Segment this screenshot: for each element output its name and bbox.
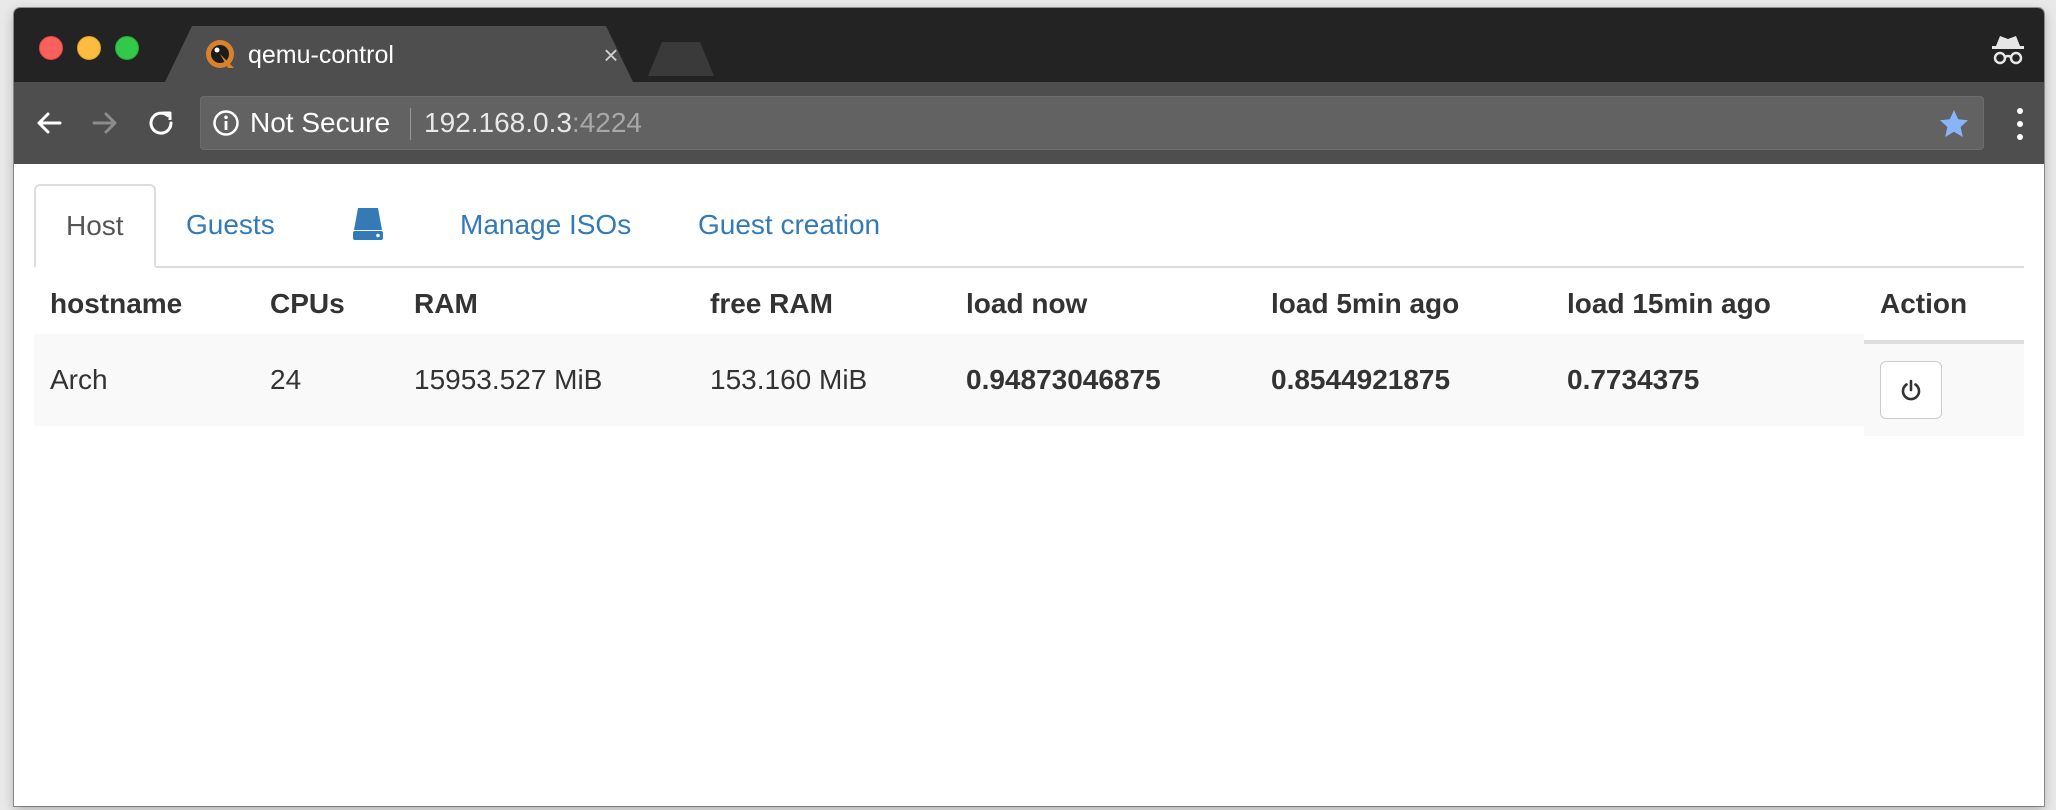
tab-close-icon[interactable]: ×: [598, 42, 624, 68]
url-text[interactable]: 192.168.0.3:4224: [424, 106, 642, 140]
cpus-cell: 24: [254, 332, 398, 426]
kebab-menu-icon[interactable]: [2014, 104, 2026, 144]
tab-guests[interactable]: Guests: [186, 184, 275, 266]
incognito-icon: [1988, 30, 2028, 70]
reload-button[interactable]: [142, 104, 180, 142]
security-label[interactable]: Not Secure: [250, 106, 390, 140]
column-header: CPUs: [254, 268, 398, 344]
table-header-row: hostname CPUs RAM free RAM load now load…: [34, 268, 2024, 344]
tab-title: qemu-control: [248, 41, 394, 69]
column-header: free RAM: [694, 268, 950, 344]
nav-tabs: Host Guests Manage ISOs Guest creation: [34, 184, 2024, 268]
column-header: load 15min ago: [1551, 268, 1864, 344]
tab-drives[interactable]: [352, 206, 384, 242]
arrow-left-icon: [37, 112, 62, 134]
column-header: hostname: [34, 268, 254, 344]
load-5min-cell: 0.8544921875: [1255, 332, 1551, 426]
tab-host[interactable]: Host: [34, 184, 156, 268]
power-icon: [1901, 379, 1921, 401]
url-host: 192.168.0.3: [424, 107, 572, 138]
browser-toolbar: Not Secure 192.168.0.3:4224: [14, 82, 2044, 164]
tab-manage-isos[interactable]: Manage ISOs: [460, 184, 631, 266]
arrow-right-icon: [92, 112, 117, 134]
host-table: hostname CPUs RAM free RAM load now load…: [34, 268, 2024, 436]
forward-button[interactable]: [86, 104, 124, 142]
tab-guest-creation[interactable]: Guest creation: [698, 184, 880, 266]
url-port: :4224: [571, 107, 642, 138]
load-15min-cell: 0.7734375: [1551, 332, 1864, 426]
power-button[interactable]: [1880, 361, 1942, 419]
ram-cell: 15953.527 MiB: [398, 332, 694, 426]
info-icon[interactable]: [212, 109, 240, 137]
reload-icon: [149, 111, 173, 135]
back-button[interactable]: [30, 104, 68, 142]
minimize-window-button[interactable]: [77, 36, 101, 60]
hostname-cell: Arch: [34, 332, 254, 426]
address-bar[interactable]: Not Secure 192.168.0.3:4224: [200, 96, 1984, 150]
action-cell: [1864, 342, 2024, 436]
qemu-favicon-icon: [204, 38, 236, 70]
new-tab-button[interactable]: [648, 42, 714, 76]
tab-strip: qemu-control ×: [14, 8, 2044, 84]
column-header: load now: [950, 268, 1255, 344]
maximize-window-button[interactable]: [115, 36, 139, 60]
browser-window: qemu-control × Not Secure 192.168.0.3:42…: [14, 8, 2044, 806]
column-header: Action: [1864, 268, 2024, 344]
drive-icon: [353, 208, 383, 240]
column-header: load 5min ago: [1255, 268, 1551, 344]
load-now-cell: 0.94873046875: [950, 332, 1255, 426]
star-icon[interactable]: [1938, 108, 1970, 140]
table-row: Arch 24 15953.527 MiB 153.160 MiB 0.9487…: [34, 332, 2024, 436]
close-window-button[interactable]: [39, 36, 63, 60]
free-ram-cell: 153.160 MiB: [694, 332, 950, 426]
page-content: Host Guests Manage ISOs Guest creation h…: [14, 164, 2044, 806]
divider: [410, 108, 411, 140]
column-header: RAM: [398, 268, 694, 344]
